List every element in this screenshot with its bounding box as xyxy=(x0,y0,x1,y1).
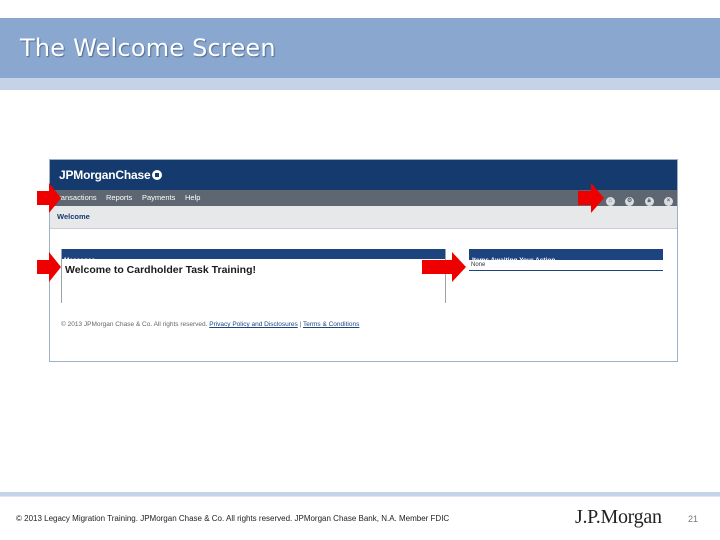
footer-separator: | xyxy=(299,321,302,328)
nav-payments[interactable]: Payments xyxy=(142,193,175,202)
header-divider xyxy=(0,78,720,90)
red-arrow-icon xyxy=(37,252,61,282)
footer-divider-line xyxy=(0,496,720,497)
slide-copyright: © 2013 Legacy Migration Training. JPMorg… xyxy=(16,514,450,523)
app-logo: JPMorganChase xyxy=(59,168,163,182)
messages-body: Welcome to Cardholder Task Training! xyxy=(65,264,256,276)
page-number: 21 xyxy=(688,514,699,524)
app-footer: © 2013 JPMorgan Chase & Co. All rights r… xyxy=(61,321,359,328)
close-icon[interactable]: × xyxy=(664,197,673,206)
terms-conditions-link[interactable]: Terms & Conditions xyxy=(303,321,359,328)
red-arrow-icon xyxy=(37,183,61,213)
slide-header: The Welcome Screen xyxy=(0,18,720,78)
red-arrow-icon xyxy=(578,183,604,213)
red-arrow-icon xyxy=(422,252,466,282)
nav-help[interactable]: Help xyxy=(185,193,200,202)
messages-header-label: Messages xyxy=(64,257,96,264)
messages-header: Messages xyxy=(62,249,445,264)
jpmorgan-logo: J.P.Morgan xyxy=(575,506,662,528)
app-footer-copyright: © 2013 JPMorgan Chase & Co. All rights r… xyxy=(61,321,208,328)
slide-title: The Welcome Screen xyxy=(20,34,276,62)
messages-panel: Messages Welcome to Cardholder Task Trai… xyxy=(61,249,446,303)
app-logo-text: JPMorganChase xyxy=(59,168,151,182)
privacy-policy-link[interactable]: Privacy Policy and Disclosures xyxy=(209,321,298,328)
settings-icon[interactable]: ⚙ xyxy=(625,197,635,206)
nav-icons: ⌂ ⚙ 🔒︎ × xyxy=(600,193,673,206)
chase-octagon-icon xyxy=(152,170,163,180)
nav-reports[interactable]: Reports xyxy=(106,193,132,202)
items-awaiting-header: Items Awaiting Your Action xyxy=(469,249,663,264)
welcome-tab[interactable]: Welcome xyxy=(57,212,90,221)
lock-icon[interactable]: 🔒︎ xyxy=(644,197,654,206)
home-icon[interactable]: ⌂ xyxy=(605,197,615,206)
items-awaiting-panel: Items Awaiting Your Action None xyxy=(469,249,663,271)
